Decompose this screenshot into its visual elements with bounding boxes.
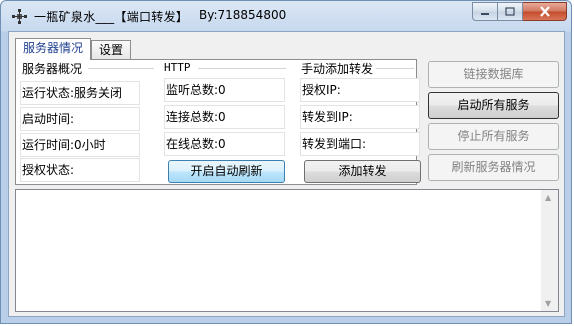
online-total-field: 在线总数:0: [164, 132, 285, 156]
run-time-field: 运行时间:0小时: [20, 133, 140, 157]
http-divider: [198, 68, 286, 69]
title-bar[interactable]: 一瓶矿泉水___【端口转发】 By:718854800: [1, 1, 573, 31]
server-status-panel: 服务器概况 运行状态:服务关闭 启动时间: 运行时间:0小时 授权状态: HTT…: [15, 59, 421, 185]
auth-status-field: 授权状态:: [20, 158, 140, 182]
network-nodes-icon: [12, 9, 27, 24]
maximize-button[interactable]: [498, 2, 523, 21]
tab-strip: 服务器情况 设置: [15, 38, 132, 60]
add-forward-button[interactable]: 添加转发: [304, 160, 421, 183]
connect-total-field: 连接总数:0: [164, 105, 285, 129]
window-title: 一瓶矿泉水___【端口转发】: [34, 10, 189, 24]
maximize-icon: [505, 6, 515, 16]
refresh-server-info-button[interactable]: 刷新服务器情况: [428, 154, 559, 181]
tab-server-status[interactable]: 服务器情况: [15, 38, 92, 60]
window-author: By:718854800: [199, 8, 287, 22]
manual-forward-title: 手动添加转发: [301, 62, 374, 76]
auto-refresh-button[interactable]: 开启自动刷新: [168, 160, 285, 183]
minimize-button[interactable]: [472, 2, 498, 21]
forward-ip-field[interactable]: 转发到IP:: [300, 105, 420, 129]
run-status-field: 运行状态:服务关闭: [20, 81, 140, 105]
auth-ip-field[interactable]: 授权IP:: [300, 78, 420, 102]
tab-settings[interactable]: 设置: [91, 40, 132, 59]
overview-divider: [88, 68, 154, 69]
vertical-scrollbar[interactable]: ▲ ▼: [541, 190, 558, 311]
client-area: 服务器情况 设置 服务器概况 运行状态:服务关闭 启动时间: 运行时间:0小时 …: [8, 31, 565, 317]
start-all-services-button[interactable]: 启动所有服务: [428, 92, 559, 119]
stop-all-services-button[interactable]: 停止所有服务: [428, 123, 559, 150]
manual-forward-divider: [376, 68, 414, 69]
scroll-up-icon[interactable]: ▲: [545, 193, 551, 202]
connect-database-button[interactable]: 链接数据库: [428, 61, 559, 88]
forward-port-field[interactable]: 转发到端口:: [300, 132, 420, 156]
overview-title: 服务器概况: [22, 62, 83, 76]
app-window: 一瓶矿泉水___【端口转发】 By:718854800 服务器情况 设置 服务器…: [0, 0, 572, 324]
scroll-down-icon[interactable]: ▼: [545, 299, 551, 308]
http-title: HTTP: [164, 61, 191, 74]
minimize-icon: [481, 12, 489, 15]
close-button[interactable]: [523, 2, 567, 21]
start-time-field: 启动时间:: [20, 107, 140, 131]
close-icon: [539, 6, 550, 17]
listen-total-field: 监听总数:0: [164, 78, 285, 102]
output-log[interactable]: ▲ ▼: [15, 189, 559, 312]
